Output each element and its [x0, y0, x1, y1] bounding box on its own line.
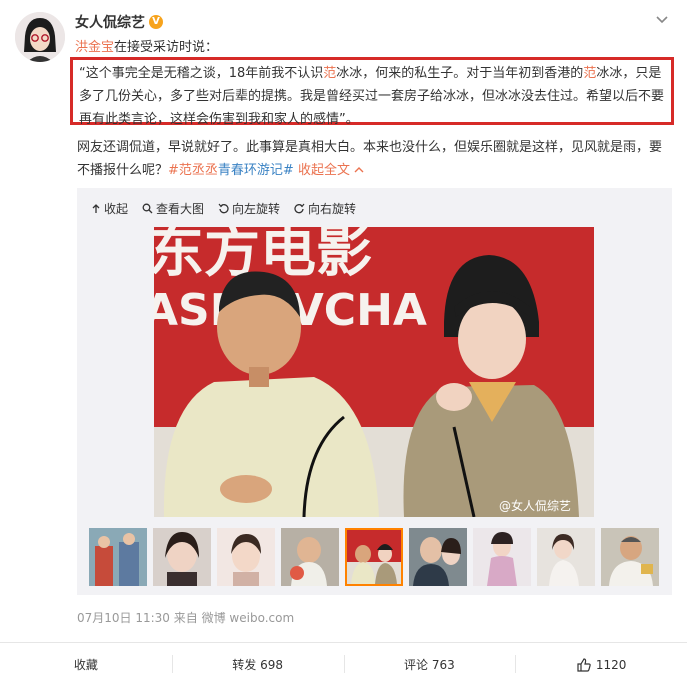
- body-text: 网友还调侃道，早说就好了。此事算是真相大白。本来也没什么，但娱乐圈就是这样，见风…: [77, 140, 663, 178]
- repost-label: 转发 698: [232, 658, 283, 672]
- favorite-button[interactable]: 收藏: [0, 643, 172, 686]
- mention-link[interactable]: 洪金宝: [75, 40, 114, 55]
- watermark-text: @女人侃综艺: [499, 498, 571, 513]
- author-name-text[interactable]: 女人侃综艺: [75, 12, 145, 32]
- thumbnail[interactable]: [89, 528, 147, 586]
- collapse-text-link[interactable]: 收起全文: [298, 163, 364, 178]
- rotate-right-icon: [294, 203, 305, 214]
- thumbnail[interactable]: [537, 528, 595, 586]
- thumbnail-active[interactable]: [345, 528, 403, 586]
- image-toolbar: 收起 查看大图 向左旋转 向右旋转: [91, 200, 356, 217]
- rotate-left-label: 向左旋转: [232, 202, 281, 216]
- thumbs-up-icon: [577, 657, 591, 672]
- thumbnail[interactable]: [601, 528, 659, 586]
- post-meta: 07月10日 11:30 来自 微博 weibo.com: [77, 609, 294, 626]
- action-bar: 收藏 转发 698 评论 763 1120: [0, 642, 687, 686]
- thumbnail[interactable]: [217, 528, 275, 586]
- thumbnail[interactable]: [153, 528, 211, 586]
- thumbnail[interactable]: [281, 528, 339, 586]
- thumbnail[interactable]: [409, 528, 467, 586]
- hashtag-link[interactable]: #范丞丞: [168, 163, 218, 178]
- repost-button[interactable]: 转发 698: [171, 643, 344, 686]
- thumbnail[interactable]: [473, 528, 531, 586]
- like-count: 1120: [595, 657, 627, 672]
- hashtag-link[interactable]: 青春环游记#: [218, 163, 294, 178]
- chevron-up-icon: [354, 167, 364, 173]
- source-prefix: 来自: [173, 611, 198, 625]
- quote-text: “这个事完全是无稽之谈，18年前我不认识范冰冰，何来的私生子。对于当年初到香港的…: [79, 62, 669, 131]
- collapse-button[interactable]: 收起: [91, 200, 128, 217]
- collapse-icon: [92, 203, 100, 213]
- quote-part: 冰冰，何来的私生子。对于当年初到香港的: [336, 66, 584, 81]
- chevron-down-icon[interactable]: [655, 12, 671, 28]
- source-link[interactable]: 微博 weibo.com: [202, 611, 295, 625]
- comment-label: 评论 763: [404, 658, 455, 672]
- quote-highlight[interactable]: 范: [583, 66, 596, 81]
- author-name[interactable]: 女人侃综艺 V: [75, 12, 163, 32]
- avatar[interactable]: [15, 12, 65, 62]
- rotate-left-icon: [218, 203, 229, 214]
- rotate-right-button[interactable]: 向右旋转: [294, 200, 356, 217]
- verified-icon: V: [149, 15, 163, 29]
- favorite-label: 收藏: [73, 658, 98, 672]
- rotate-right-label: 向右旋转: [308, 202, 357, 216]
- thumbnail-strip: [89, 528, 659, 586]
- rotate-left-button[interactable]: 向左旋转: [218, 200, 280, 217]
- quote-part: “这个事完全是无稽之谈，18年前我不认识: [79, 66, 324, 81]
- like-button[interactable]: 1120: [515, 643, 687, 686]
- magnify-icon: [142, 203, 153, 214]
- post-body: 网友还调侃道，早说就好了。此事算是真相大白。本来也没什么，但娱乐圈就是这样，见风…: [77, 136, 672, 182]
- comment-button[interactable]: 评论 763: [343, 643, 516, 686]
- quote-highlight[interactable]: 范: [323, 66, 336, 81]
- collapse-label: 收起: [104, 202, 129, 216]
- view-large-label: 查看大图: [156, 202, 205, 216]
- mention-line: 洪金宝在接受采访时说：: [75, 36, 218, 55]
- main-photo[interactable]: 东方电影 ASMOVCHA @女人侃综艺: [154, 227, 594, 517]
- mention-suffix: 在接受采访时说：: [114, 40, 219, 55]
- collapse-text-label[interactable]: 收起全文: [298, 163, 350, 178]
- timestamp[interactable]: 07月10日 11:30: [77, 611, 170, 625]
- view-large-button[interactable]: 查看大图: [142, 200, 204, 217]
